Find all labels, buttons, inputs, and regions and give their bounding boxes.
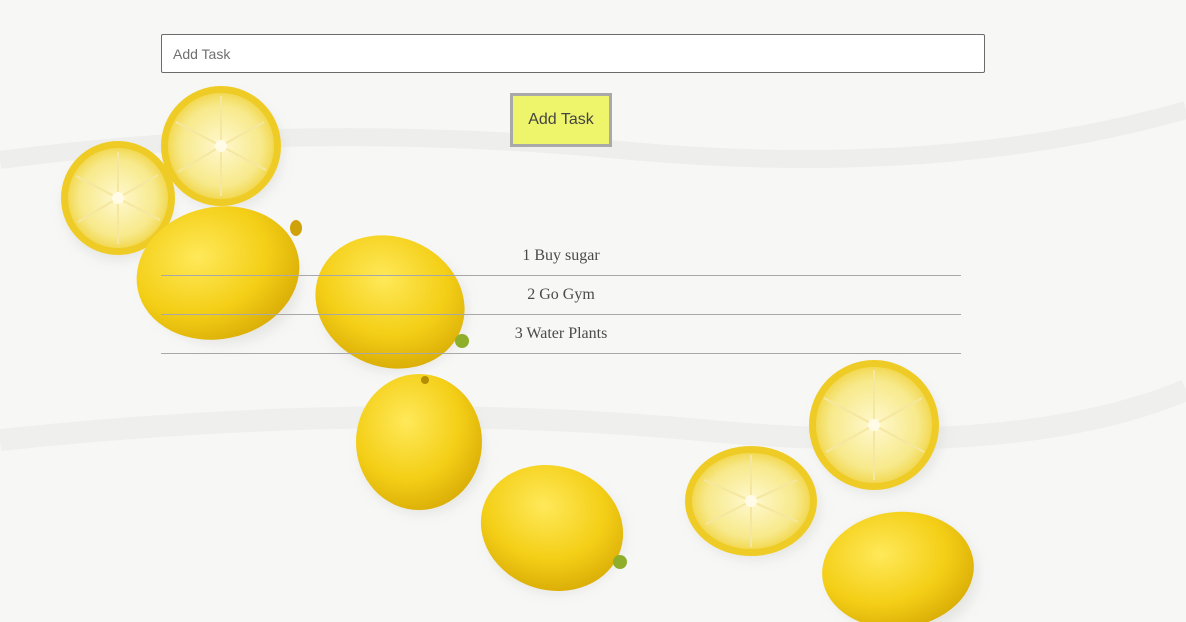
add-task-button[interactable]: Add Task xyxy=(510,93,612,147)
task-item[interactable]: 3 Water Plants xyxy=(161,315,961,354)
task-list: 1 Buy sugar 2 Go Gym 3 Water Plants xyxy=(161,237,961,354)
add-task-input[interactable] xyxy=(161,34,985,73)
task-item[interactable]: 2 Go Gym xyxy=(161,276,961,315)
task-item[interactable]: 1 Buy sugar xyxy=(161,237,961,276)
